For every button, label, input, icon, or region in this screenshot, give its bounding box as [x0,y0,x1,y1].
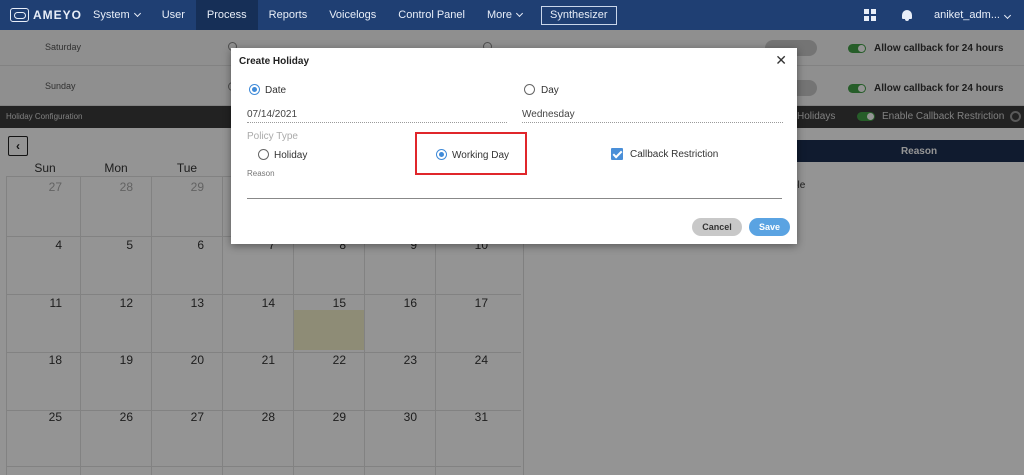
nav-voicelogs-label: Voicelogs [329,9,377,21]
policy-type-label: Policy Type [247,131,298,142]
nav-control-panel[interactable]: Control Panel [387,0,476,30]
logo-text: AMEYO [32,8,82,22]
nav-control-panel-label: Control Panel [398,9,465,21]
nav-more[interactable]: More [476,0,533,30]
date-radio[interactable] [249,84,260,95]
chevron-down-icon [515,9,524,18]
ameyo-logo[interactable]: AMEYO [10,8,82,22]
nav-voicelogs[interactable]: Voicelogs [318,0,387,30]
user-name-label: aniket_adm... [933,9,1000,21]
date-radio-label: Date [265,85,287,96]
create-holiday-dialog: Create Holiday ✕ Date Day 07/14/2021 Wed… [231,48,797,244]
holiday-radio[interactable] [258,149,269,160]
nav-process[interactable]: Process [195,0,258,30]
reason-input[interactable] [247,198,782,199]
chevron-down-icon [133,9,141,18]
holiday-radio-label: Holiday [274,150,308,161]
nav-process-label: Process [206,9,247,21]
day-input[interactable]: Wednesday [522,109,575,120]
nav-reports[interactable]: Reports [258,0,319,30]
chevron-down-icon [1003,11,1012,20]
navbar-right: aniket_adm... [863,0,1024,30]
nav-more-label: More [486,9,513,21]
day-input-underline [522,122,783,123]
callback-restriction-label: Callback Restriction [630,149,719,160]
nav-user-label: User [161,9,185,21]
logo-mark-icon [10,8,29,22]
date-input[interactable]: 07/14/2021 [247,109,297,120]
cancel-button[interactable]: Cancel [692,218,742,236]
callback-restriction-checkbox[interactable] [611,148,623,160]
apps-grid-icon[interactable] [863,9,876,21]
working-day-radio[interactable] [436,149,447,160]
working-day-radio-label: Working Day [452,150,510,161]
bell-icon[interactable] [901,9,912,21]
reason-label: Reason [247,169,275,178]
dialog-title: Create Holiday [239,56,310,67]
synthesizer-button[interactable]: Synthesizer [541,5,617,25]
close-icon[interactable]: ✕ [775,52,787,69]
nav-user[interactable]: User [151,0,196,30]
top-navbar: AMEYO System User Process Reports Voicel… [0,0,1024,30]
date-input-underline [247,122,507,123]
nav-reports-label: Reports [268,9,308,21]
nav-system[interactable]: System [82,0,151,30]
save-button[interactable]: Save [749,218,790,236]
nav-system-label: System [93,9,130,21]
day-radio[interactable] [524,84,535,95]
user-menu[interactable]: aniket_adm... [933,9,1012,21]
day-radio-label: Day [541,85,559,96]
